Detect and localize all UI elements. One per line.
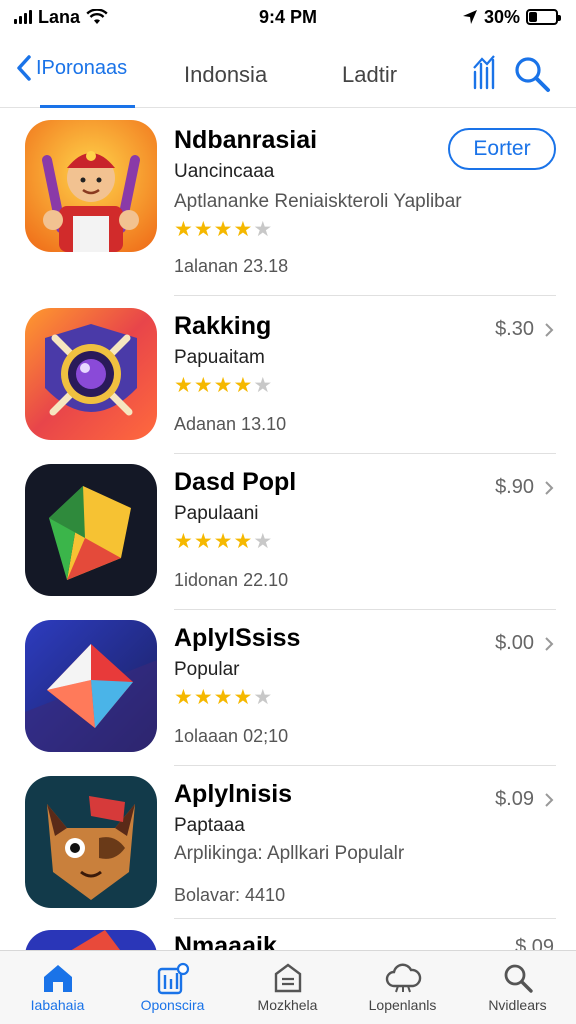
- app-meta: Bolavar: 4410: [174, 885, 286, 905]
- tab-inbox[interactable]: Mozkhela: [230, 959, 345, 1013]
- chevron-right-icon: [545, 480, 554, 495]
- tab-label: Iabahaia: [30, 997, 85, 1013]
- star-icon: ★: [233, 218, 254, 241]
- star-rating: ★★★★★: [174, 685, 556, 710]
- star-icon: ★: [233, 374, 254, 397]
- price-label: $.09: [495, 788, 534, 810]
- star-icon: ★: [233, 686, 254, 709]
- price-label: $.09: [515, 936, 554, 950]
- star-icon: ★: [213, 686, 234, 709]
- search-icon: [504, 964, 533, 993]
- app-meta: 1idonan 22.10: [174, 570, 289, 590]
- tab-cloud[interactable]: Lopenlanls: [345, 959, 460, 1013]
- carrier-label: Lana: [38, 6, 81, 27]
- star-icon: ★: [213, 530, 234, 553]
- tab-indonsia[interactable]: Indonsia: [184, 62, 267, 88]
- home-icon: [43, 965, 72, 992]
- star-icon: ★: [193, 374, 214, 397]
- origami-bird-icon[interactable]: [25, 620, 157, 752]
- app-description: Arplikinga: Apllkari Populalr: [174, 843, 405, 864]
- tab-label: Mozkhela: [257, 997, 318, 1013]
- tab-search[interactable]: Nvidlears: [460, 959, 575, 1013]
- app-category: Papuaitam: [174, 347, 265, 368]
- active-tab-indicator: [40, 105, 135, 108]
- list-item[interactable]: Nmaaaik $.09: [0, 930, 576, 950]
- chevron-right-icon: [545, 792, 554, 807]
- battery-level: [529, 12, 537, 22]
- price-button[interactable]: $.30: [495, 318, 554, 341]
- divider: [174, 765, 556, 766]
- partial-app-icon[interactable]: [25, 930, 157, 950]
- superhero-game-icon[interactable]: [25, 120, 157, 252]
- star-rating: ★★★★★: [174, 217, 556, 242]
- get-button[interactable]: Eorter: [448, 128, 556, 170]
- star-icon: ★: [193, 530, 214, 553]
- star-icon: ★: [253, 374, 274, 397]
- apps-icon: [157, 962, 189, 995]
- tab-home[interactable]: Iabahaia: [0, 959, 115, 1013]
- divider: [174, 609, 556, 610]
- tab-label: Nvidlears: [488, 997, 547, 1013]
- app-description: Aptlananke Reniaiskteroli Yaplibar: [174, 191, 462, 212]
- chevron-right-icon: [545, 322, 554, 337]
- star-icon: ★: [253, 218, 274, 241]
- star-icon: ★: [253, 530, 274, 553]
- star-icon: ★: [193, 686, 214, 709]
- battery-percent: 30%: [483, 6, 520, 27]
- divider: [174, 295, 556, 296]
- back-label: IPoronaas: [36, 56, 128, 79]
- app-category: Paptaaa: [174, 815, 245, 836]
- star-icon: ★: [213, 218, 234, 241]
- status-bar: Lana 9:4 PM 30%: [0, 0, 576, 34]
- cloud-icon: [385, 963, 421, 993]
- star-icon: ★: [174, 530, 194, 553]
- search-icon[interactable]: [512, 54, 552, 99]
- star-icon: ★: [233, 530, 254, 553]
- price-button[interactable]: $.09: [495, 788, 554, 811]
- price-button[interactable]: $.90: [495, 476, 554, 499]
- price-label: $.30: [495, 318, 534, 340]
- back-button[interactable]: IPoronaas: [16, 54, 127, 82]
- star-icon: ★: [174, 374, 194, 397]
- price-label: $.00: [495, 632, 534, 654]
- tab-ladtir[interactable]: Ladtir: [342, 62, 397, 88]
- app-meta: Adanan 13.10: [174, 414, 287, 434]
- geometric-shield-icon[interactable]: [25, 464, 157, 596]
- app-meta: 1olaaan 02;10: [174, 726, 289, 746]
- star-icon: ★: [193, 218, 214, 241]
- app-category: Popular: [174, 659, 240, 680]
- signal-icon: [14, 10, 32, 24]
- price-button[interactable]: $.00: [495, 632, 554, 655]
- divider: [174, 453, 556, 454]
- star-icon: ★: [174, 218, 194, 241]
- camera-lens-icon[interactable]: [25, 308, 157, 440]
- wifi-icon: [86, 9, 108, 24]
- tab-label: Lopenlanls: [368, 997, 437, 1013]
- star-rating: ★★★★★: [174, 529, 556, 554]
- location-arrow-icon: [462, 10, 477, 24]
- price-label: $.90: [495, 476, 534, 498]
- star-icon: ★: [174, 686, 194, 709]
- tab-bar: Iabahaia Oponscira Mozkhela Lopenlanls N…: [0, 950, 576, 1024]
- chevron-left-icon: [17, 55, 31, 81]
- star-rating: ★★★★★: [174, 373, 556, 398]
- fox-mascot-icon[interactable]: [25, 776, 157, 908]
- price-button[interactable]: $.09: [515, 936, 554, 950]
- battery-icon: [526, 9, 561, 25]
- tab-label: Oponscira: [140, 997, 205, 1013]
- app-category: Papulaani: [174, 503, 259, 524]
- chart-icon[interactable]: [470, 54, 498, 97]
- inbox-icon: [274, 963, 301, 993]
- tab-apps[interactable]: Oponscira: [115, 959, 230, 1013]
- divider: [174, 918, 556, 919]
- star-icon: ★: [253, 686, 274, 709]
- top-nav: IPoronaas Indonsia Ladtir: [0, 40, 576, 108]
- star-icon: ★: [213, 374, 234, 397]
- app-meta: 1alanan 23.18: [174, 256, 289, 276]
- app-name: Nmaaaik: [174, 932, 277, 950]
- chevron-right-icon: [545, 636, 554, 651]
